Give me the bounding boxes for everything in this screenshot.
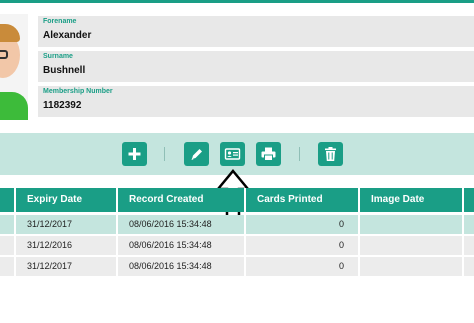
row-select-cell: [0, 257, 16, 276]
print-card-button[interactable]: [256, 142, 281, 166]
avatar: [0, 14, 28, 120]
add-button[interactable]: [122, 142, 147, 166]
forename-field: Forename Alexander: [38, 16, 474, 47]
row-select-cell: [0, 215, 16, 234]
surname-label: Surname: [43, 53, 73, 60]
row-select-cell: [0, 236, 16, 255]
expiry-date-cell: 31/12/2017: [16, 215, 118, 234]
toolbar-divider: [164, 147, 165, 161]
id-card-button[interactable]: [220, 142, 245, 166]
image-date-cell: [360, 257, 464, 276]
delete-button[interactable]: [318, 142, 343, 166]
cards-printed-cell: 0: [246, 257, 360, 276]
column-header-record-created[interactable]: Record Created: [118, 188, 246, 212]
column-header-extra[interactable]: [464, 188, 474, 212]
top-accent-bar: [0, 0, 474, 3]
row-extra-cell: [464, 257, 474, 276]
plus-icon: [128, 148, 141, 160]
cards-printed-cell: 0: [246, 215, 360, 234]
table-row[interactable]: 31/12/2017 08/06/2016 15:34:48 0: [0, 215, 474, 234]
expiry-date-cell: 31/12/2017: [16, 257, 118, 276]
forename-label: Forename: [43, 18, 77, 25]
column-header-cards-printed[interactable]: Cards Printed: [246, 188, 360, 212]
row-extra-cell: [464, 215, 474, 234]
record-created-cell: 08/06/2016 15:34:48: [118, 215, 246, 234]
trash-icon: [325, 147, 336, 161]
membership-number-value: 1182392: [43, 100, 82, 111]
surname-field: Surname Bushnell: [38, 51, 474, 82]
edit-button[interactable]: [184, 142, 209, 166]
expiry-date-cell: 31/12/2016: [16, 236, 118, 255]
image-date-cell: [360, 215, 464, 234]
cards-printed-cell: 0: [246, 236, 360, 255]
table-row[interactable]: 31/12/2017 08/06/2016 15:34:48 0: [0, 257, 474, 276]
column-header-expiry-date[interactable]: Expiry Date: [16, 188, 118, 212]
membership-number-field: Membership Number 1182392: [38, 86, 474, 117]
pencil-icon: [191, 149, 202, 160]
row-extra-cell: [464, 236, 474, 255]
image-date-cell: [360, 236, 464, 255]
table-header: Expiry Date Record Created Cards Printed…: [0, 188, 474, 212]
column-header-image-date[interactable]: Image Date: [360, 188, 464, 212]
membership-number-label: Membership Number: [43, 88, 113, 95]
id-card-icon: [224, 148, 241, 160]
forename-value: Alexander: [43, 30, 92, 41]
record-created-cell: 08/06/2016 15:34:48: [118, 236, 246, 255]
toolbar-divider: [299, 147, 300, 161]
printer-icon: [261, 147, 276, 161]
column-header-select[interactable]: [0, 188, 16, 212]
table-row[interactable]: 31/12/2016 08/06/2016 15:34:48 0: [0, 236, 474, 255]
record-created-cell: 08/06/2016 15:34:48: [118, 257, 246, 276]
surname-value: Bushnell: [43, 65, 86, 76]
